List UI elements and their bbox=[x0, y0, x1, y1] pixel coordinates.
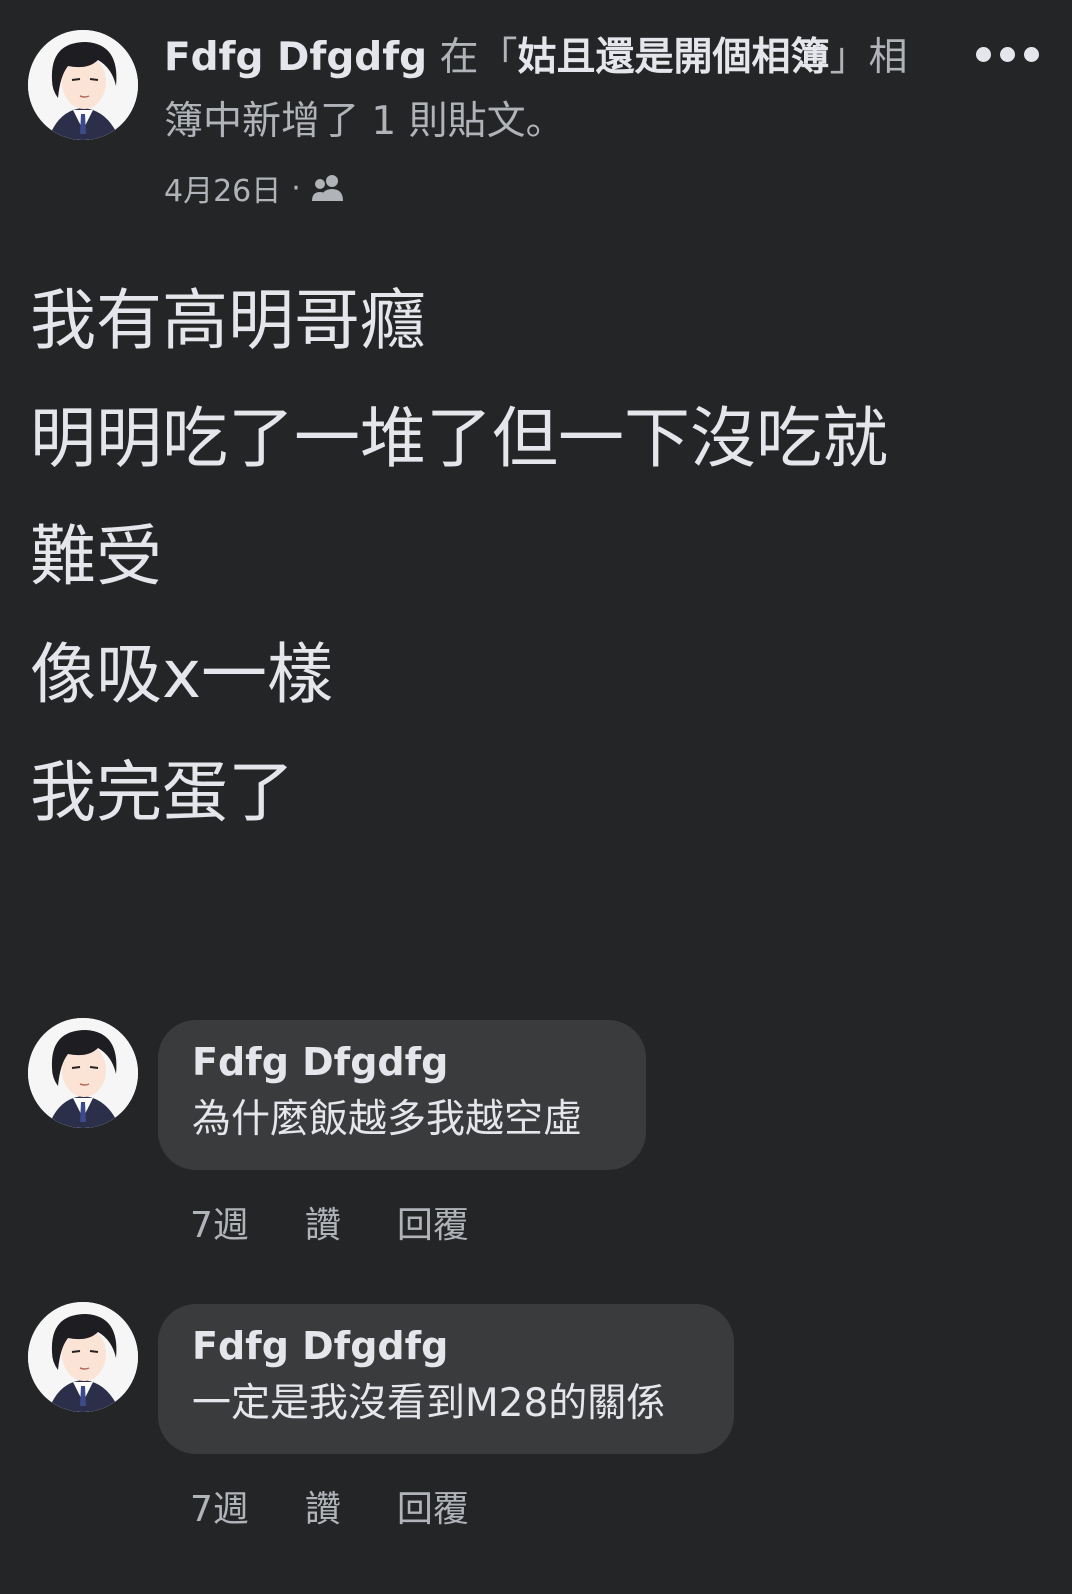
album-name-link[interactable]: 姑且還是開個相簿 bbox=[518, 35, 830, 80]
like-button[interactable]: 讚 bbox=[305, 1480, 341, 1532]
comment-bubble[interactable]: Fdfg Dfgdfg 一定是我沒看到M28的關係 bbox=[158, 1304, 734, 1454]
post-line: 我有高明哥癮 bbox=[30, 282, 426, 359]
reply-button[interactable]: 回覆 bbox=[397, 1196, 469, 1248]
post-body: 我有高明哥癮 明明吃了一堆了但一下沒吃就 難受 像吸x一樣 我完蛋了 bbox=[30, 262, 1040, 852]
friends-icon[interactable] bbox=[311, 174, 345, 202]
post-line: 難受 bbox=[30, 518, 162, 595]
post-author-name[interactable]: Fdfg Dfgdfg bbox=[164, 35, 427, 80]
comment-time[interactable]: 7週 bbox=[190, 1196, 249, 1248]
comment-author-name[interactable]: Fdfg Dfgdfg bbox=[192, 1320, 698, 1372]
avatar-image bbox=[28, 1302, 138, 1412]
comment-time[interactable]: 7週 bbox=[190, 1480, 249, 1532]
more-options-button[interactable] bbox=[976, 36, 1060, 72]
post-meta: 4月26日 · bbox=[164, 166, 345, 210]
header-connector-before: 在「 bbox=[427, 35, 518, 80]
meta-separator: · bbox=[291, 170, 301, 206]
comment-avatar[interactable] bbox=[28, 1018, 138, 1128]
post-header: Fdfg Dfgdfg 在「姑且還是開個相簿」相簿中新增了 1 則貼文。 bbox=[164, 26, 944, 154]
more-icon-dot bbox=[1000, 46, 1015, 62]
comment-text: 一定是我沒看到M28的關係 bbox=[192, 1381, 666, 1426]
comment-avatar[interactable] bbox=[28, 1302, 138, 1412]
post-line: 明明吃了一堆了但一下沒吃就 bbox=[30, 400, 888, 477]
more-icon-dot bbox=[1024, 46, 1039, 62]
post-line: 像吸x一樣 bbox=[30, 636, 334, 713]
comment-author-name[interactable]: Fdfg Dfgdfg bbox=[192, 1036, 610, 1088]
more-icon bbox=[976, 46, 991, 62]
comment-actions: 7週 讚 回覆 bbox=[190, 1480, 469, 1532]
like-button[interactable]: 讚 bbox=[305, 1196, 341, 1248]
post-line: 我完蛋了 bbox=[30, 754, 294, 831]
comment-text: 為什麼飯越多我越空虛 bbox=[192, 1097, 583, 1142]
reply-button[interactable]: 回覆 bbox=[397, 1480, 469, 1532]
avatar-image bbox=[28, 30, 138, 140]
post-date[interactable]: 4月26日 bbox=[164, 166, 281, 210]
avatar-image bbox=[28, 1018, 138, 1128]
comment-bubble[interactable]: Fdfg Dfgdfg 為什麼飯越多我越空虛 bbox=[158, 1020, 646, 1170]
post-author-avatar[interactable] bbox=[28, 30, 138, 140]
comment-actions: 7週 讚 回覆 bbox=[190, 1196, 469, 1248]
